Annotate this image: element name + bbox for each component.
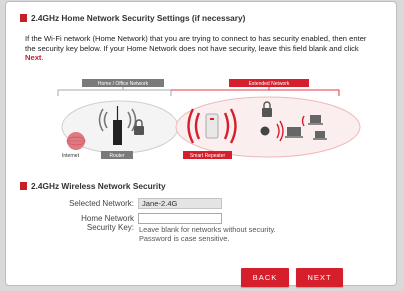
- router-icon: [113, 120, 122, 145]
- home-network-label: Home / Office Network: [98, 81, 149, 87]
- device-icon: [260, 126, 270, 136]
- next-button[interactable]: NEXT: [296, 268, 343, 287]
- extended-bracket: [171, 89, 340, 96]
- laptop-icon: [315, 131, 325, 138]
- lock-icon: [262, 108, 272, 117]
- help-line-1: Leave blank for networks without securit…: [139, 225, 276, 234]
- security-key-label-line2: Security Key:: [86, 223, 134, 232]
- lock-icon: [134, 126, 144, 135]
- internet-label: Internet: [62, 153, 80, 159]
- security-key-label-line1: Home Network: [81, 214, 134, 223]
- router-label: Router: [109, 153, 124, 159]
- section-title-text: 2.4GHz Wireless Network Security: [31, 181, 166, 191]
- network-diagram: Home / Office Network Extended Network I…: [57, 79, 361, 159]
- section-title-wireless-security: 2.4GHz Wireless Network Security: [20, 181, 166, 191]
- help-line-2: Password is case sensitive.: [139, 234, 230, 244]
- selected-network-field: Jane-2.4G: [138, 198, 222, 209]
- section-marker: [20, 182, 27, 190]
- back-button[interactable]: BACK: [241, 268, 289, 287]
- repeater-label: Smart Repeater: [190, 153, 226, 159]
- laptop-icon: [287, 127, 301, 136]
- extended-area: [175, 96, 361, 158]
- extended-network-label: Extended Network: [249, 81, 290, 87]
- security-key-input[interactable]: [138, 213, 222, 224]
- security-key-help: Leave blank for networks without securit…: [139, 225, 309, 243]
- repeater-icon: [205, 113, 219, 139]
- selected-network-label: Selected Network:: [69, 199, 134, 208]
- home-bracket: [57, 89, 172, 96]
- laptop-icon: [310, 115, 321, 123]
